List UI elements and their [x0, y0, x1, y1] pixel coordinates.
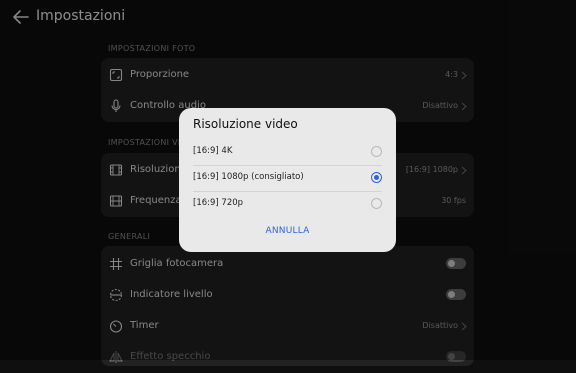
option-4k[interactable]: [16:9] 4K: [193, 139, 382, 165]
option-720p[interactable]: [16:9] 720p: [193, 191, 382, 217]
resolution-dialog: Risoluzione video [16:9] 4K [16:9] 1080p…: [179, 108, 396, 252]
option-label: [16:9] 720p: [193, 198, 244, 208]
option-1080p[interactable]: [16:9] 1080p (consigliato): [193, 165, 382, 191]
option-label: [16:9] 1080p (consigliato): [193, 172, 304, 182]
option-label: [16:9] 4K: [193, 146, 233, 156]
radio-button[interactable]: [371, 146, 382, 157]
cancel-button[interactable]: ANNULLA: [179, 226, 396, 236]
radio-button-selected[interactable]: [371, 172, 382, 183]
radio-button[interactable]: [371, 198, 382, 209]
dialog-title: Risoluzione video: [193, 117, 298, 131]
